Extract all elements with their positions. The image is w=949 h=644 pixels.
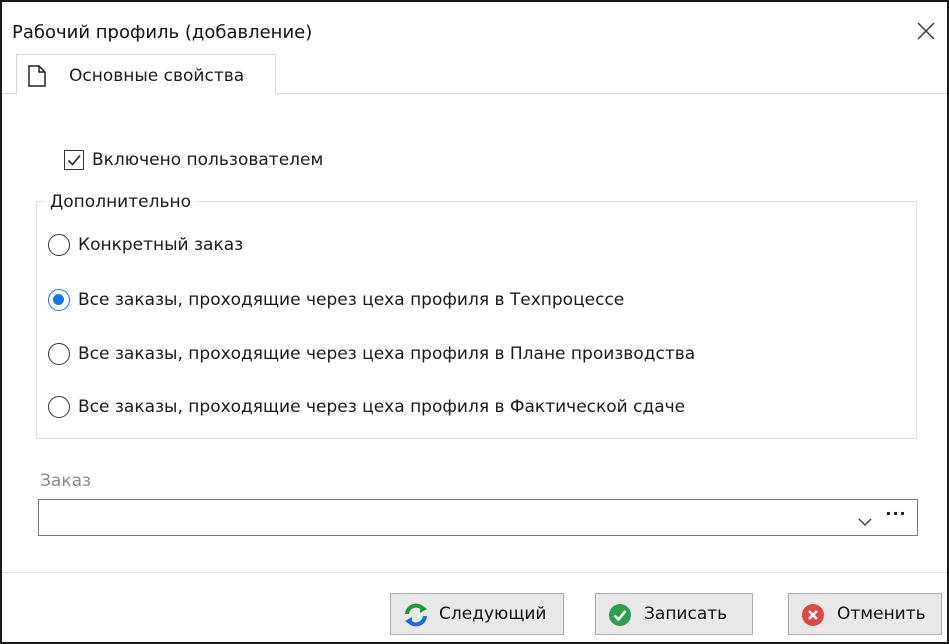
footer-divider (2, 572, 947, 573)
document-icon (27, 65, 47, 91)
next-button[interactable]: Следующий (390, 593, 564, 635)
radio-button[interactable] (48, 396, 70, 418)
tab-main-properties[interactable]: Основные свойства (16, 54, 276, 95)
save-button-label: Записать (644, 604, 728, 624)
ellipsis-button[interactable]: ··· (881, 504, 911, 530)
close-icon (917, 22, 935, 40)
cancel-circle-icon (801, 603, 825, 632)
enabled-checkbox-label: Включено пользователем (92, 150, 324, 170)
order-combobox[interactable]: ··· (38, 499, 918, 536)
radio-label: Конкретный заказ (78, 235, 244, 255)
check-circle-icon (608, 603, 632, 632)
radio-label: Все заказы, проходящие через цеха профил… (78, 344, 696, 364)
title-bar: Рабочий профиль (добавление) (2, 2, 947, 54)
cancel-button[interactable]: Отменить (788, 593, 942, 635)
order-field-label: Заказ (40, 471, 92, 491)
close-button[interactable] (913, 18, 939, 44)
refresh-icon (403, 603, 429, 632)
chevron-down-icon[interactable] (857, 512, 873, 531)
window-title: Рабочий профиль (добавление) (12, 22, 313, 43)
radio-button[interactable] (48, 234, 70, 256)
radio-label: Все заказы, проходящие через цеха профил… (78, 290, 625, 310)
group-title: Дополнительно (46, 192, 195, 212)
cancel-button-label: Отменить (837, 604, 926, 624)
enabled-checkbox[interactable] (64, 150, 84, 170)
dialog-window: Рабочий профиль (добавление) Основные св… (0, 0, 949, 644)
radio-button-selected[interactable] (48, 289, 70, 311)
tab-label: Основные свойства (69, 66, 245, 86)
save-button[interactable]: Записать (595, 593, 753, 635)
tab-strip: Основные свойства (2, 54, 947, 95)
next-button-label: Следующий (439, 604, 547, 624)
radio-label: Все заказы, проходящие через цеха профил… (78, 397, 686, 417)
radio-button[interactable] (48, 343, 70, 365)
checkmark-icon (67, 154, 81, 166)
